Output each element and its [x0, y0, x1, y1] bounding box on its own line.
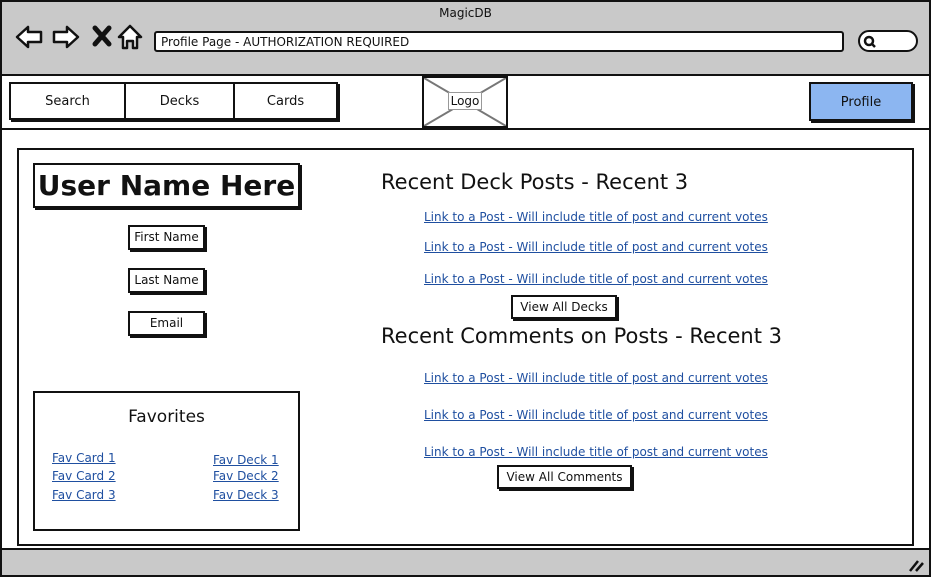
back-icon[interactable] [14, 22, 44, 52]
last-name-field[interactable]: Last Name [128, 268, 205, 293]
search-icon [863, 35, 876, 48]
deck-post-link[interactable]: Link to a Post - Will include title of p… [424, 210, 768, 224]
logo-label: Logo [448, 92, 482, 110]
fav-card-link[interactable]: Fav Card 2 [52, 469, 116, 483]
view-all-decks-button[interactable]: View All Decks [511, 295, 617, 319]
comment-post-link[interactable]: Link to a Post - Will include title of p… [424, 371, 768, 385]
stop-icon[interactable] [88, 22, 118, 52]
tab-decks[interactable]: Decks [124, 82, 235, 120]
fav-deck-link[interactable]: Fav Deck 3 [213, 488, 279, 502]
profile-button[interactable]: Profile [809, 82, 913, 121]
comment-post-link[interactable]: Link to a Post - Will include title of p… [424, 445, 768, 459]
status-bar [0, 548, 931, 577]
resize-grip-icon[interactable] [908, 558, 924, 572]
fav-deck-link[interactable]: Fav Deck 1 [213, 453, 279, 467]
recent-comments-heading: Recent Comments on Posts - Recent 3 [381, 324, 783, 348]
username-heading: User Name Here [33, 163, 300, 208]
home-icon[interactable] [116, 22, 146, 52]
fav-card-link[interactable]: Fav Card 3 [52, 488, 116, 502]
recent-deck-posts-heading: Recent Deck Posts - Recent 3 [381, 170, 689, 194]
first-name-field[interactable]: First Name [128, 225, 205, 250]
deck-post-link[interactable]: Link to a Post - Will include title of p… [424, 240, 768, 254]
view-all-comments-button[interactable]: View All Comments [497, 465, 632, 489]
fav-deck-link[interactable]: Fav Deck 2 [213, 469, 279, 483]
forward-icon[interactable] [51, 22, 81, 52]
browser-search-field[interactable] [858, 30, 918, 52]
comment-post-link[interactable]: Link to a Post - Will include title of p… [424, 408, 768, 422]
window-title: MagicDB [439, 6, 492, 20]
address-bar[interactable]: Profile Page - AUTHORIZATION REQUIRED [154, 31, 844, 52]
fav-card-link[interactable]: Fav Card 1 [52, 451, 116, 465]
tab-cards[interactable]: Cards [233, 82, 338, 120]
deck-post-link[interactable]: Link to a Post - Will include title of p… [424, 272, 768, 286]
email-field[interactable]: Email [128, 311, 205, 336]
favorites-title: Favorites [128, 407, 205, 427]
tab-search[interactable]: Search [9, 82, 126, 120]
